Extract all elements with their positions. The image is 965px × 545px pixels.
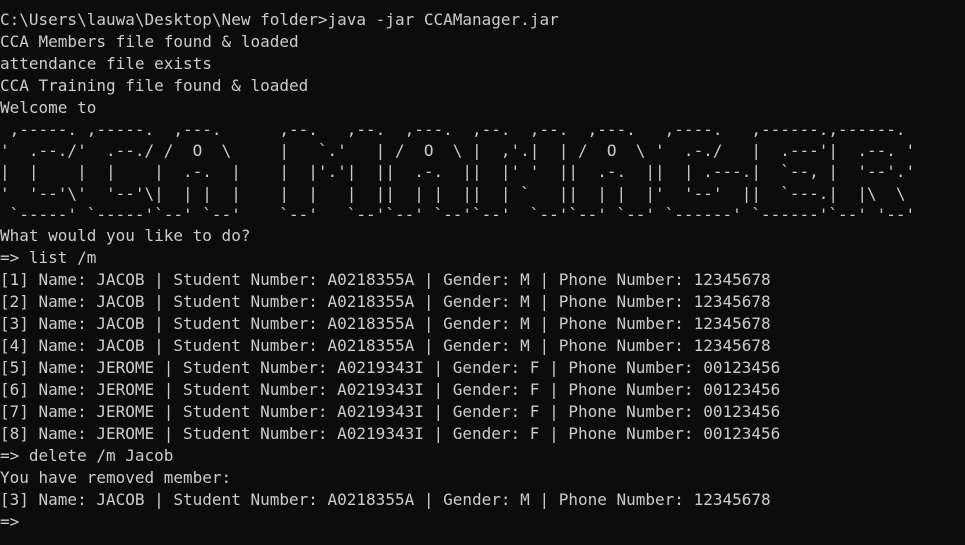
terminal-window[interactable]: C:\Users\lauwa\Desktop\New folder>java -…	[0, 0, 965, 545]
welcome-line: Welcome to	[0, 98, 97, 117]
banner-line: ' .--./' .--./ / O \ | `.' | / O \ | ,'.…	[0, 141, 916, 161]
input-prompt[interactable]: =>	[0, 511, 965, 533]
removed-member-row: [3] Name: JACOB | Student Number: A02183…	[0, 489, 771, 509]
banner-line: `-----' `-----'`--' `--' `--' `--'`--' `…	[0, 204, 916, 224]
member-list: [1] Name: JACOB | Student Number: A02183…	[0, 269, 965, 445]
member-row: [1] Name: JACOB | Student Number: A02183…	[0, 269, 771, 289]
status-line-attendance: attendance file exists	[0, 54, 212, 73]
member-row: [6] Name: JEROME | Student Number: A0219…	[0, 379, 781, 399]
status-line-training: CCA Training file found & loaded	[0, 76, 309, 95]
banner-line: | | | | | .-. | | |'.'| || .-. || |' ' |…	[0, 162, 916, 182]
member-row: [3] Name: JACOB | Student Number: A02183…	[0, 313, 771, 333]
removed-message: You have removed member:	[0, 467, 232, 487]
command-line: C:\Users\lauwa\Desktop\New folder>java -…	[0, 10, 559, 29]
member-row: [5] Name: JEROME | Student Number: A0219…	[0, 357, 781, 377]
member-row: [4] Name: JACOB | Student Number: A02183…	[0, 335, 771, 355]
ascii-banner: ,-----. ,-----. ,---. ,--. ,--. ,---. ,-…	[0, 119, 965, 225]
member-row: [8] Name: JEROME | Student Number: A0219…	[0, 423, 781, 443]
command-list: => list /m	[0, 247, 97, 267]
status-line-members: CCA Members file found & loaded	[0, 32, 299, 51]
member-row: [7] Name: JEROME | Student Number: A0219…	[0, 401, 781, 421]
prompt-question: What would you like to do?	[0, 225, 251, 245]
banner-line: ,-----. ,-----. ,---. ,--. ,--. ,---. ,-…	[0, 120, 906, 139]
banner-line: ' '--'\' '--'\| | | | | | | || | | || | …	[0, 183, 916, 203]
command-delete: => delete /m Jacob	[0, 445, 174, 465]
member-row: [2] Name: JACOB | Student Number: A02183…	[0, 291, 771, 311]
